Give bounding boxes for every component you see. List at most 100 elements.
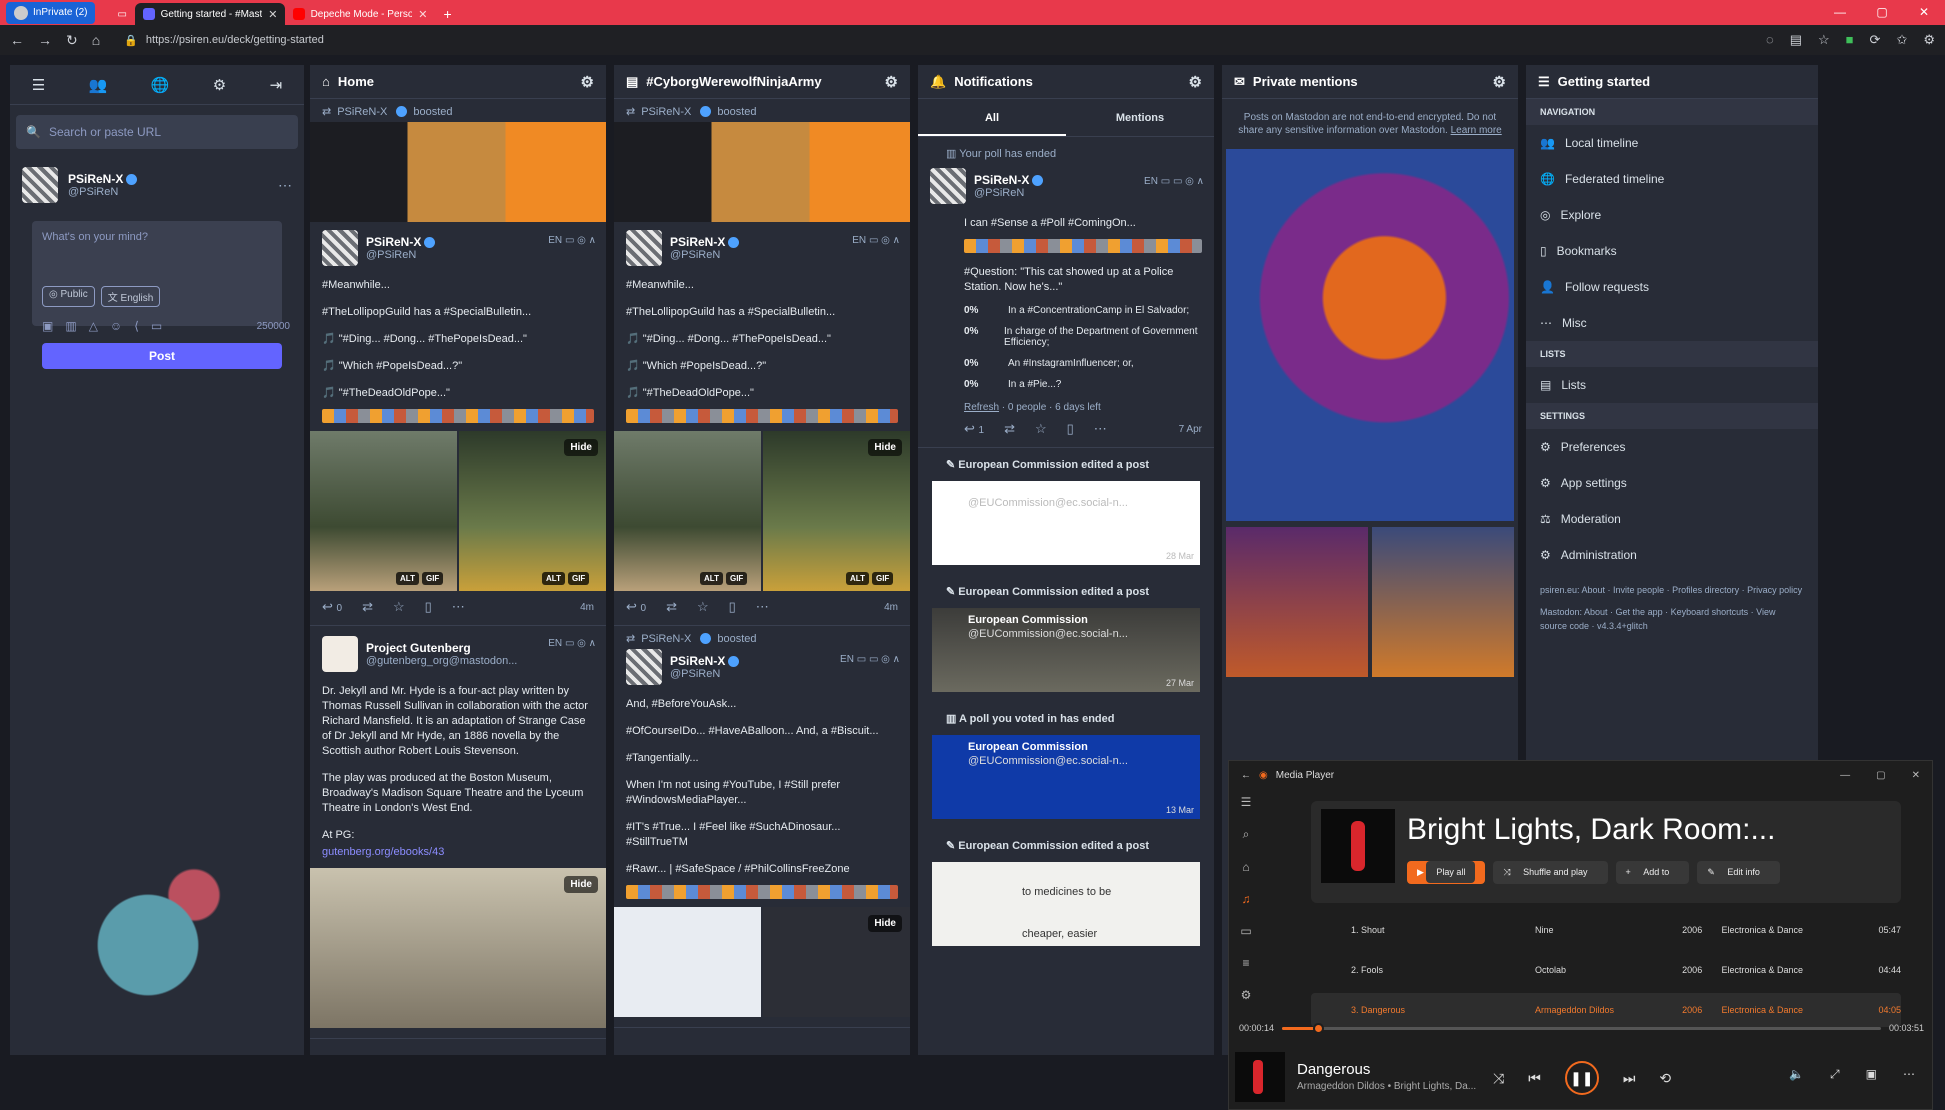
more-icon[interactable]: ⋯ bbox=[756, 599, 769, 615]
language-button[interactable]: 文 English bbox=[100, 286, 161, 307]
close-icon[interactable]: ✕ bbox=[1912, 770, 1920, 781]
hide-media-button[interactable]: Hide bbox=[868, 439, 902, 456]
timestamp[interactable]: 7 Apr bbox=[1179, 424, 1202, 435]
volume-icon[interactable]: 🔈 bbox=[1789, 1067, 1804, 1082]
nav-item-administration[interactable]: ⚙ Administration bbox=[1526, 537, 1818, 573]
more-icon[interactable]: ⋯ bbox=[1094, 421, 1107, 437]
nav-item-preferences[interactable]: ⚙ Preferences bbox=[1526, 429, 1818, 465]
avatar[interactable] bbox=[322, 230, 358, 266]
favourite-icon[interactable]: ☆ bbox=[393, 599, 405, 615]
media-upload-icon[interactable]: ▣ bbox=[42, 319, 53, 333]
close-tab-icon[interactable]: ✕ bbox=[418, 8, 427, 21]
gif-thumbnail[interactable] bbox=[310, 431, 457, 591]
timestamp[interactable]: 4m bbox=[580, 602, 594, 613]
shuffle-icon[interactable]: ⤨ bbox=[1493, 1070, 1504, 1087]
fullscreen-icon[interactable]: ⤢ bbox=[1830, 1067, 1840, 1082]
nav-item-lists[interactable]: ▤ Lists bbox=[1526, 367, 1818, 403]
play-all-button[interactable]: ▶ Play all bbox=[1407, 861, 1486, 884]
media-image[interactable] bbox=[1372, 527, 1514, 677]
status-post[interactable]: ⇄ PSiReN-X boosted PSiReN-X @PSiReN EN ▭ ▭ … bbox=[614, 626, 910, 1028]
post-button[interactable]: Post bbox=[42, 343, 282, 369]
minimize-icon[interactable]: — bbox=[1819, 0, 1861, 25]
media-gallery[interactable]: Hide bbox=[614, 907, 910, 1017]
globe-icon[interactable]: 🌐 bbox=[151, 76, 170, 94]
previous-icon[interactable]: ⏮ bbox=[1528, 1070, 1541, 1087]
refresh-ext-icon[interactable]: ⟳ bbox=[1870, 32, 1881, 48]
settings-icon[interactable]: ⚙ bbox=[1241, 988, 1252, 1002]
video-icon[interactable]: ▭ bbox=[1240, 924, 1251, 938]
poll-icon[interactable]: ▥ bbox=[65, 319, 76, 333]
content-warning-icon[interactable]: △ bbox=[89, 319, 98, 333]
people-icon[interactable]: 👥 bbox=[89, 76, 108, 94]
tab-depeche-mode[interactable]: Depeche Mode - Personal Jesus… ✕ bbox=[285, 3, 435, 25]
add-to-button[interactable]: + Add to bbox=[1615, 861, 1690, 884]
alt-badge[interactable]: ALT bbox=[846, 572, 869, 585]
column-title[interactable]: Private mentions bbox=[1253, 74, 1358, 89]
bookmark-icon[interactable]: ▯ bbox=[729, 599, 736, 615]
column-title[interactable]: Home bbox=[338, 74, 374, 89]
tab-actions-button[interactable]: ▭ bbox=[109, 3, 135, 25]
nav-item-bookmarks[interactable]: ▯ Bookmarks bbox=[1526, 233, 1818, 269]
bookmark-icon[interactable]: ▯ bbox=[425, 599, 432, 615]
media-image[interactable]: Hide bbox=[310, 868, 606, 1028]
search-input[interactable]: 🔍 Search or paste URL bbox=[16, 115, 298, 149]
nav-item-federated-timeline[interactable]: 🌐 Federated timeline bbox=[1526, 161, 1818, 197]
media-image[interactable] bbox=[1226, 149, 1514, 521]
settings-icon[interactable]: ⚙ bbox=[1923, 32, 1935, 48]
back-icon[interactable]: ← bbox=[10, 32, 24, 48]
nav-item-follow-requests[interactable]: 👤 Follow requests bbox=[1526, 269, 1818, 305]
mastodon-links[interactable]: Mastodon: About · Get the app · Keyboard… bbox=[1540, 605, 1804, 633]
edit-info-button[interactable]: ✎ Edit info bbox=[1697, 861, 1780, 884]
status-link[interactable]: gutenberg.org/ebooks/43 bbox=[322, 845, 594, 860]
music-icon[interactable]: ♫ bbox=[1242, 892, 1251, 906]
more-icon[interactable]: ⋯ bbox=[1903, 1067, 1915, 1082]
home-icon[interactable]: ⌂ bbox=[92, 32, 100, 48]
media-gallery[interactable]: Hide ALT GIF ALT GIF bbox=[614, 431, 910, 591]
avatar[interactable] bbox=[930, 168, 966, 204]
seek-slider[interactable] bbox=[1282, 1022, 1881, 1034]
repeat-icon[interactable]: ⟲ bbox=[1659, 1070, 1671, 1087]
nav-item-app-settings[interactable]: ⚙ App settings bbox=[1526, 465, 1818, 501]
avatar[interactable] bbox=[626, 230, 662, 266]
maximize-icon[interactable]: ▢ bbox=[1861, 0, 1903, 25]
column-title[interactable]: #CyborgWerewolfNinjaArmy bbox=[646, 74, 821, 89]
search-icon[interactable]: ⌕ bbox=[1243, 827, 1250, 842]
hide-media-button[interactable]: Hide bbox=[868, 915, 902, 932]
learn-more-link[interactable]: Learn more bbox=[1451, 125, 1502, 136]
nav-item-misc[interactable]: ⋯ Misc bbox=[1526, 305, 1818, 341]
edited-post-preview[interactable]: to medicines to be cheaper, easier bbox=[932, 862, 1200, 946]
track-row[interactable]: 2. Fools Octolab 2006 Electronica & Danc… bbox=[1311, 953, 1901, 987]
media-image[interactable] bbox=[1226, 527, 1368, 677]
favourite-icon[interactable]: ☆ bbox=[1035, 421, 1047, 437]
close-tab-icon[interactable]: ✕ bbox=[268, 8, 277, 21]
status-post[interactable]: ⇄ PSiReN-X boosted PSiReN-X @PSiReN EN ▭ ◎ … bbox=[614, 99, 910, 626]
edited-post-preview[interactable]: European Commission @EUCommission@ec.soc… bbox=[932, 608, 1200, 692]
pause-button[interactable]: ❚❚ bbox=[1564, 1061, 1599, 1095]
header-image[interactable] bbox=[310, 122, 606, 222]
maximize-icon[interactable]: ▢ bbox=[1876, 770, 1885, 781]
boost-icon[interactable]: ⇄ bbox=[666, 599, 677, 615]
gif-thumbnail[interactable] bbox=[614, 431, 761, 591]
visibility-button[interactable]: ◎ Public bbox=[42, 286, 95, 307]
close-window-icon[interactable]: ✕ bbox=[1903, 0, 1945, 25]
share-icon[interactable]: ⟨ bbox=[134, 319, 139, 333]
extension-icon[interactable]: ■ bbox=[1846, 32, 1854, 48]
header-image[interactable] bbox=[614, 122, 910, 222]
tab-all[interactable]: All bbox=[918, 99, 1066, 136]
hide-media-button[interactable]: Hide bbox=[564, 439, 598, 456]
menu-icon[interactable]: ☰ bbox=[32, 76, 45, 94]
next-icon[interactable]: ⏭ bbox=[1623, 1070, 1636, 1087]
reply-icon[interactable]: ↩ 0 bbox=[626, 599, 646, 615]
shuffle-and-play-button[interactable]: ⤨ Shuffle and play bbox=[1493, 861, 1608, 884]
more-icon[interactable]: ⋯ bbox=[278, 177, 292, 194]
nav-item-local-timeline[interactable]: 👥 Local timeline bbox=[1526, 125, 1818, 161]
hide-media-button[interactable]: Hide bbox=[564, 876, 598, 893]
boost-icon[interactable]: ⇄ bbox=[1004, 421, 1015, 437]
bookmark-icon[interactable]: ▯ bbox=[1067, 421, 1074, 437]
now-playing-cover[interactable] bbox=[1235, 1051, 1285, 1102]
booster-name[interactable]: PSiReN-X bbox=[641, 106, 691, 118]
reader-icon[interactable]: ▤ bbox=[1790, 32, 1802, 48]
cogs-icon[interactable]: ⚙ bbox=[213, 76, 226, 94]
edited-post-preview[interactable]: @EUCommission@ec.social-n... 28 Mar bbox=[932, 481, 1200, 565]
status-post[interactable]: PSiReN-X @PSiReN EN ▭ ▭ ◎ ∧ I can #Sense … bbox=[918, 164, 1214, 448]
